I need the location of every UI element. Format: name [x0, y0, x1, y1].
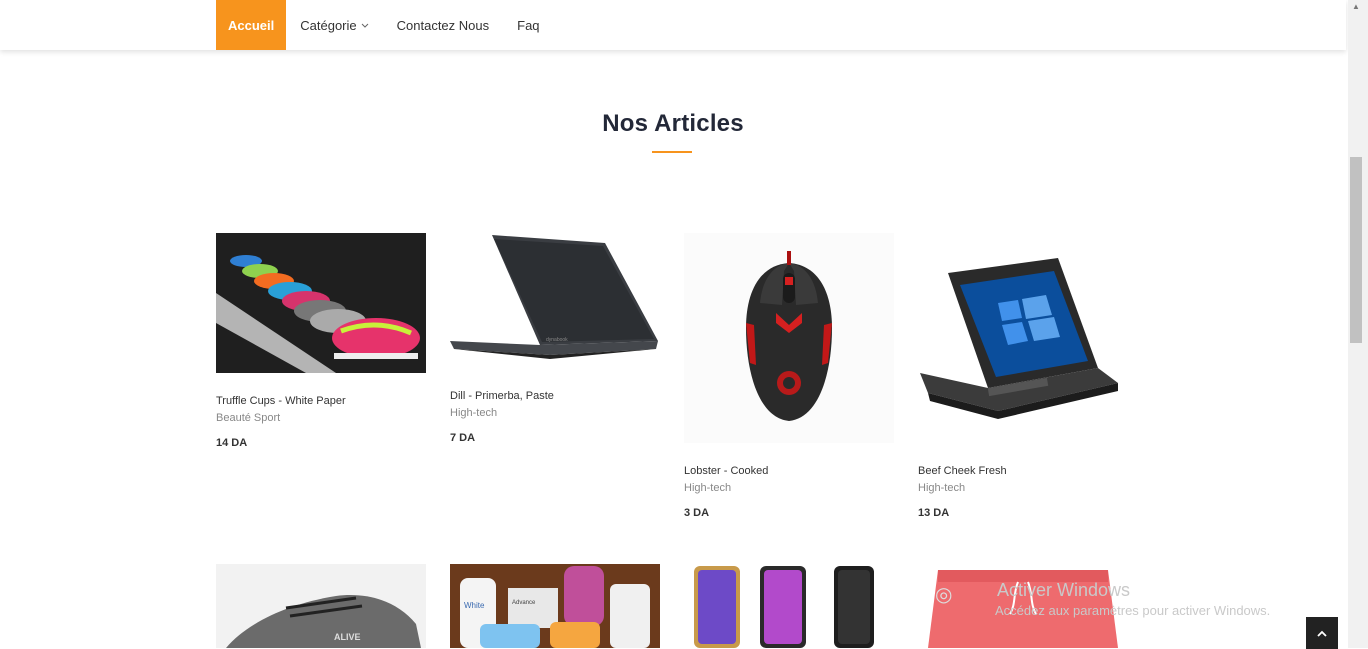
- scrollbar-thumb[interactable]: [1350, 157, 1362, 343]
- scroll-up-arrow-icon[interactable]: ▲: [1352, 2, 1360, 11]
- svg-text:dynabook: dynabook: [546, 337, 568, 343]
- product-card[interactable]: [684, 564, 894, 648]
- svg-text:White: White: [464, 601, 485, 610]
- product-price: 13 DA: [918, 507, 950, 519]
- product-category: High-tech: [918, 482, 966, 494]
- product-image-phone-holders[interactable]: [684, 564, 894, 648]
- nav-item-contact[interactable]: Contactez Nous: [383, 0, 504, 50]
- product-price: 7 DA: [450, 432, 476, 444]
- section-title: Nos Articles: [602, 110, 744, 137]
- nav-item-categorie[interactable]: Catégorie: [286, 0, 382, 50]
- product-name[interactable]: Beef Cheek Fresh: [918, 465, 1128, 477]
- nav-item-label: Contactez Nous: [396, 17, 490, 33]
- product-card[interactable]: Beef Cheek Fresh High-tech 13 DA: [918, 233, 1128, 519]
- main-nav: Accueil Catégorie Contactez Nous Faq: [216, 0, 554, 50]
- chevron-down-icon: [361, 21, 369, 31]
- product-image-pink-shorts[interactable]: [918, 564, 1128, 648]
- page-scrollbar[interactable]: ▲: [1348, 0, 1368, 648]
- nav-item-label: Faq: [517, 17, 540, 33]
- product-category: High-tech: [450, 407, 498, 419]
- product-card[interactable]: Lobster - Cooked High-tech 3 DA: [684, 233, 894, 519]
- product-image-laptop[interactable]: dynabook: [450, 233, 660, 368]
- product-card[interactable]: ALIVE: [216, 564, 426, 648]
- product-price: 3 DA: [684, 507, 710, 519]
- product-card[interactable]: White Advance: [450, 564, 660, 648]
- product-card[interactable]: dynabook Dill - Primerba, Paste High-tec…: [450, 233, 660, 444]
- product-category: High-tech: [684, 482, 732, 494]
- product-name[interactable]: Dill - Primerba, Paste: [450, 390, 660, 402]
- product-price: 14 DA: [216, 437, 248, 449]
- product-image-tablet-laptop[interactable]: [918, 233, 1128, 443]
- title-underline: [652, 151, 692, 153]
- nav-item-faq[interactable]: Faq: [503, 0, 553, 50]
- product-image-grey-sneaker[interactable]: ALIVE: [216, 564, 426, 648]
- nav-item-label: Accueil: [228, 17, 275, 33]
- top-navbar: Accueil Catégorie Contactez Nous Faq: [0, 0, 1346, 50]
- product-name[interactable]: Lobster - Cooked: [684, 465, 894, 477]
- back-to-top-button[interactable]: [1306, 617, 1338, 649]
- product-image-sneakers[interactable]: [216, 233, 426, 373]
- nav-item-label: Catégorie: [300, 17, 357, 33]
- svg-text:ALIVE: ALIVE: [334, 632, 361, 642]
- chevron-up-icon: [1317, 626, 1327, 640]
- product-card[interactable]: Truffle Cups - White Paper Beauté Sport …: [216, 233, 426, 449]
- product-image-mouse[interactable]: [684, 233, 894, 443]
- product-category: Beauté Sport: [216, 412, 281, 424]
- product-name[interactable]: Truffle Cups - White Paper: [216, 395, 426, 407]
- product-image-toiletries[interactable]: White Advance: [450, 564, 660, 648]
- nav-item-accueil[interactable]: Accueil: [216, 0, 287, 50]
- product-card[interactable]: [918, 564, 1128, 648]
- svg-text:Advance: Advance: [512, 600, 536, 606]
